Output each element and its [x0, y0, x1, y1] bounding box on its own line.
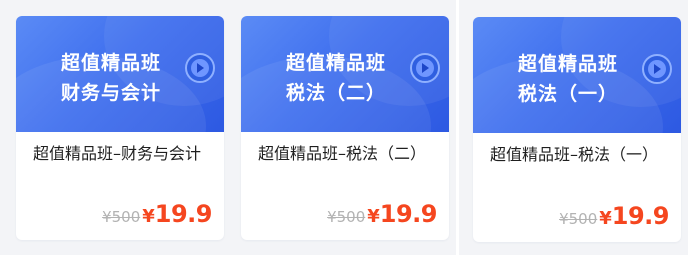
play-badge-icon	[185, 53, 215, 83]
price-row: ¥500 ¥ 19.9	[327, 200, 437, 228]
sale-currency: ¥	[142, 206, 155, 227]
play-badge-icon	[410, 53, 440, 83]
banner-title-line1: 超值精品班	[517, 53, 618, 75]
banner-title-line1: 超值精品班	[285, 52, 386, 74]
course-card-tax-law-two[interactable]: 超值精品班 税法（二） 超值精品班–税法（二） ¥500 ¥ 19.9	[241, 16, 449, 240]
original-price: ¥500	[559, 210, 598, 228]
banner-title-line2: 财务与会计	[60, 82, 161, 104]
sale-price: 19.9	[379, 200, 438, 228]
course-card-financial-accounting[interactable]: 超值精品班 财务与会计 超值精品班–财务与会计 ¥500 ¥ 19.9	[16, 16, 224, 240]
course-cards-screen: 超值精品班 财务与会计 超值精品班–财务与会计 ¥500 ¥ 19.9 超值精品…	[0, 0, 688, 255]
sale-price: 19.9	[154, 200, 213, 228]
course-card-tax-law-one[interactable]: 超值精品班 税法（一） 超值精品班–税法（一） ¥500 ¥ 19.9	[473, 17, 681, 242]
banner-title: 超值精品班 税法（二）	[241, 48, 431, 108]
course-title: 超值精品班–财务与会计	[33, 144, 202, 163]
banner-title: 超值精品班 财务与会计	[16, 48, 206, 108]
course-banner: 超值精品班 税法（二）	[241, 16, 449, 132]
sale-currency: ¥	[599, 208, 612, 229]
course-banner: 超值精品班 税法（一）	[473, 17, 681, 133]
banner-title-line2: 税法（二）	[285, 82, 386, 104]
price-row: ¥500 ¥ 19.9	[559, 202, 669, 230]
price-row: ¥500 ¥ 19.9	[102, 200, 212, 228]
play-badge-icon	[642, 54, 672, 84]
course-banner: 超值精品班 财务与会计	[16, 16, 224, 132]
banner-title-line2: 税法（一）	[517, 83, 618, 105]
original-price: ¥500	[102, 208, 141, 226]
course-title: 超值精品班–税法（一）	[490, 145, 659, 164]
original-price: ¥500	[327, 208, 366, 226]
banner-title: 超值精品班 税法（一）	[473, 49, 663, 109]
banner-title-line1: 超值精品班	[60, 52, 161, 74]
sale-currency: ¥	[367, 206, 380, 227]
sale-price: 19.9	[611, 202, 670, 230]
course-title: 超值精品班–税法（二）	[258, 144, 427, 163]
